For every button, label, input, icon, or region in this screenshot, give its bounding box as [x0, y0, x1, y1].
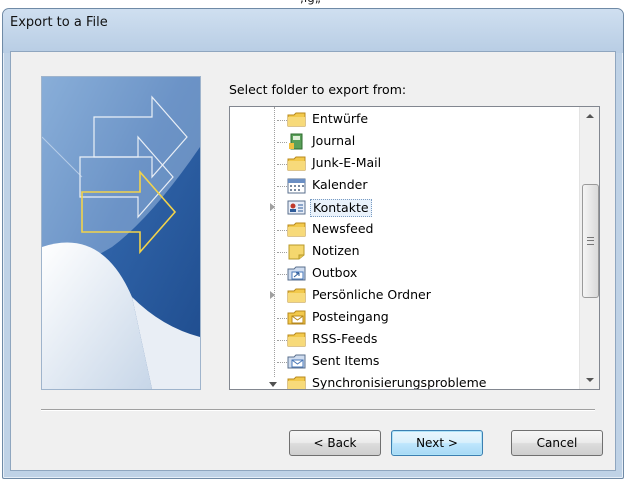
tree-dots	[277, 340, 287, 341]
folder-icon	[287, 112, 306, 127]
tree-dots	[277, 318, 287, 319]
sent-items-icon	[287, 354, 306, 369]
notes-icon	[288, 244, 305, 260]
export-dialog: Export to a File Select folder to export…	[2, 8, 624, 479]
cropped-text-fragment: ,ig„	[300, 0, 321, 5]
tree-item-label: Kontakte	[310, 199, 372, 217]
tree-item-kalender[interactable]: Kalender	[230, 175, 560, 197]
tree-item-entwuerfe[interactable]: Entwürfe	[230, 109, 560, 131]
wizard-illustration	[41, 76, 201, 390]
tree-item-kontakte[interactable]: Kontakte	[230, 197, 560, 219]
scroll-down-arrow-icon[interactable]	[580, 371, 599, 389]
dialog-body: Select folder to export from: Entwürfe J…	[10, 51, 616, 471]
tree-item-notizen[interactable]: Notizen	[230, 241, 560, 263]
tree-item-label: Posteingang	[312, 309, 389, 324]
tree-dots	[277, 230, 287, 231]
tree-item-synchronisierungsprobleme[interactable]: Synchronisierungsprobleme	[230, 373, 560, 389]
tree-dots	[277, 252, 287, 253]
export-arrow-art-icon	[42, 77, 200, 389]
tree-scrollbar[interactable]	[579, 107, 599, 389]
tree-dots	[277, 362, 287, 363]
tree-item-posteingang[interactable]: Posteingang	[230, 307, 560, 329]
tree-item-label: Newsfeed	[312, 221, 374, 236]
scrollbar-thumb[interactable]	[582, 184, 599, 298]
expand-arrow-icon[interactable]	[270, 203, 275, 211]
tree-item-label: RSS-Feeds	[312, 331, 378, 346]
expand-arrow-icon[interactable]	[270, 291, 275, 299]
tree-dots	[277, 274, 287, 275]
tree-item-junk-e-mail[interactable]: Junk-E-Mail	[230, 153, 560, 175]
tree-item-label: Persönliche Ordner	[312, 287, 431, 302]
tree-item-journal[interactable]: Journal	[230, 131, 560, 153]
tree-item-label: Kalender	[312, 177, 368, 192]
tree-dots	[277, 120, 287, 121]
folder-icon	[287, 222, 306, 237]
tree-item-rss-feeds[interactable]: RSS-Feeds	[230, 329, 560, 351]
title-bar[interactable]: Export to a File	[3, 9, 623, 53]
back-button[interactable]: < Back	[289, 430, 381, 456]
inbox-icon	[287, 310, 306, 325]
tree-dots	[277, 186, 287, 187]
tree-dots	[277, 142, 287, 143]
collapse-arrow-icon[interactable]	[269, 382, 277, 387]
next-button[interactable]: Next >	[391, 430, 483, 456]
outbox-icon	[287, 266, 306, 281]
dialog-title: Export to a File	[10, 15, 108, 30]
tree-item-label: Synchronisierungsprobleme	[312, 375, 487, 389]
scroll-up-arrow-icon[interactable]	[580, 107, 599, 125]
calendar-icon	[287, 178, 306, 194]
tree-dots	[277, 164, 287, 165]
folder-icon	[287, 156, 306, 171]
tree-item-label: Outbox	[312, 265, 358, 280]
folder-icon	[287, 332, 306, 347]
folder-tree[interactable]: Entwürfe Journal Junk-E-Mail Kalender Ko…	[229, 106, 600, 390]
folder-icon	[287, 288, 306, 303]
tree-item-outbox[interactable]: Outbox	[230, 263, 560, 285]
folder-icon	[287, 376, 306, 389]
button-separator	[41, 409, 595, 411]
tree-item-label: Junk-E-Mail	[312, 155, 382, 170]
contacts-icon	[287, 200, 306, 215]
tree-item-label: Entwürfe	[312, 111, 369, 126]
tree-item-label: Journal	[312, 133, 356, 148]
cancel-button[interactable]: Cancel	[511, 430, 603, 456]
journal-icon	[289, 133, 303, 150]
folder-tree-viewport: Entwürfe Journal Junk-E-Mail Kalender Ko…	[230, 107, 579, 389]
grip-icon	[587, 237, 594, 245]
folder-prompt-label: Select folder to export from:	[229, 82, 407, 97]
top-strip: ,ig„	[0, 0, 626, 8]
tree-item-newsfeed[interactable]: Newsfeed	[230, 219, 560, 241]
tree-item-persoenliche-ordner[interactable]: Persönliche Ordner	[230, 285, 560, 307]
tree-item-label: Sent Items	[312, 353, 380, 368]
tree-item-sent-items[interactable]: Sent Items	[230, 351, 560, 373]
tree-item-label: Notizen	[312, 243, 360, 258]
